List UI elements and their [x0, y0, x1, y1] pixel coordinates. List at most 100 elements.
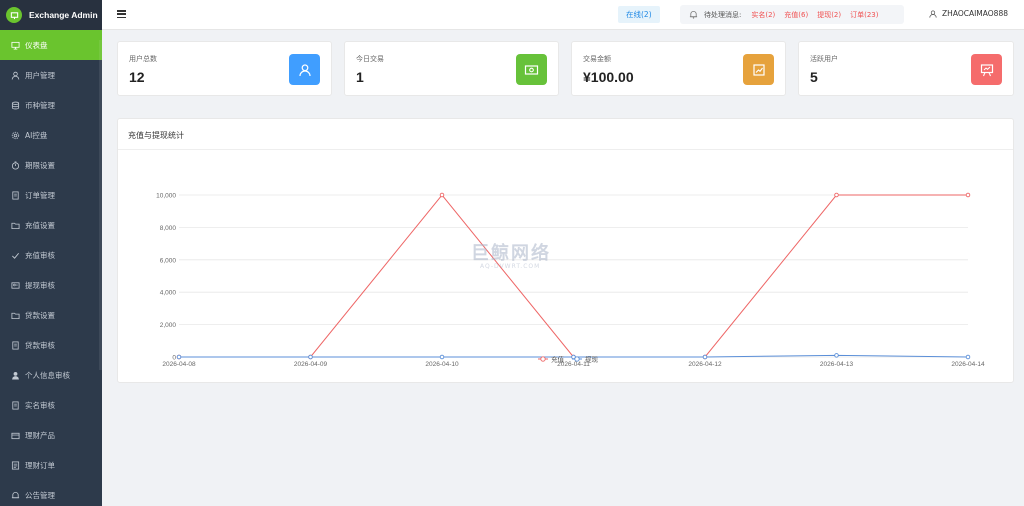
- pending-messages: 待处理消息: 实名(2) 充值(6) 提现(2) 订单(23): [680, 5, 904, 24]
- sidebar: Exchange Admin 仪表盘用户管理币种管理 AI控盘期限设置订单管理充值…: [0, 0, 102, 506]
- series-line-0: [179, 194, 968, 358]
- sidebar-item-label: 充值审核: [25, 250, 55, 260]
- data-point: [702, 354, 708, 360]
- money-icon: [516, 54, 547, 85]
- pending-realname-link[interactable]: 实名(2): [751, 10, 775, 20]
- card-icon: [11, 281, 20, 290]
- data-point: [439, 192, 445, 198]
- sidebar-item-label: 用户管理: [25, 70, 55, 80]
- trend-icon: [743, 54, 774, 85]
- person-filled-icon: [11, 371, 20, 380]
- sidebar-scrollbar[interactable]: [99, 40, 102, 370]
- sidebar-item-label: 贷款设置: [25, 310, 55, 320]
- sidebar-item-0[interactable]: 仪表盘: [0, 30, 102, 60]
- sidebar-item-label: 贷款审核: [25, 340, 55, 350]
- logo-icon: [6, 7, 22, 23]
- dashboard-icon: [11, 41, 20, 50]
- sidebar-item-label: 理财订单: [25, 460, 55, 470]
- sidebar-item-10[interactable]: 贷款审核: [0, 330, 102, 360]
- sidebar-item-label: 理财产品: [25, 430, 55, 440]
- legend-label: 提现: [585, 355, 599, 364]
- folder-icon: [11, 221, 20, 230]
- user-menu[interactable]: ZHAOCAIMAO888: [929, 9, 1008, 18]
- sidebar-item-3[interactable]: AI控盘: [0, 120, 102, 150]
- sidebar-item-label: 提现审核: [25, 280, 55, 290]
- data-point: [439, 354, 445, 360]
- stat-card-trade-amount: 交易金额 ¥100.00: [571, 41, 786, 96]
- stat-value: 12: [129, 69, 145, 85]
- sidebar-item-1[interactable]: 用户管理: [0, 60, 102, 90]
- document-icon: [11, 400, 20, 410]
- x-tick-label: 2026-04-12: [688, 361, 722, 368]
- online-badge[interactable]: 在线(2): [618, 6, 660, 23]
- database-icon: [11, 101, 20, 110]
- check-icon: [11, 251, 20, 260]
- pending-withdraw-link[interactable]: 提现(2): [817, 10, 841, 20]
- sidebar-item-label: 实名审核: [25, 400, 55, 410]
- sidebar-item-label: 充值设置: [25, 220, 55, 230]
- sidebar-item-label: 个人信息审核: [25, 370, 70, 380]
- sidebar-item-label: 币种管理: [25, 100, 55, 110]
- gear-icon: [11, 131, 20, 140]
- sidebar-item-2[interactable]: 币种管理: [0, 90, 102, 120]
- sidebar-item-5[interactable]: 订单管理: [0, 180, 102, 210]
- x-tick-label: 2026-04-13: [820, 361, 854, 368]
- x-tick-label: 2026-04-10: [425, 361, 459, 368]
- sidebar-item-label: 公告管理: [25, 490, 55, 500]
- legend-marker: [574, 356, 580, 362]
- sidebar-item-4[interactable]: 期限设置: [0, 150, 102, 180]
- folder-icon: [11, 311, 20, 320]
- menu-toggle-icon[interactable]: [117, 10, 126, 18]
- y-tick-label: 2,000: [160, 322, 177, 329]
- stat-label: 今日交易: [356, 55, 384, 63]
- stat-value: ¥100.00: [583, 69, 634, 85]
- stat-value: 5: [810, 69, 818, 85]
- sidebar-item-6[interactable]: 充值设置: [0, 210, 102, 240]
- data-point: [834, 192, 839, 198]
- x-tick-label: 2026-04-08: [162, 361, 196, 368]
- x-tick-label: 2026-04-14: [951, 361, 985, 368]
- sidebar-item-15[interactable]: 公告管理: [0, 480, 102, 506]
- sidebar-item-label: 订单管理: [25, 190, 55, 200]
- document-icon: [11, 190, 20, 200]
- user-icon: [11, 71, 20, 80]
- sidebar-item-label: AI控盘: [25, 130, 48, 140]
- stat-card-active-users: 活跃用户 5: [798, 41, 1014, 96]
- pending-label: 待处理消息:: [704, 10, 742, 19]
- user-icon: [289, 54, 320, 85]
- line-chart: 02,0004,0006,0008,00010,0002026-04-08 202…: [156, 192, 985, 369]
- data-point: [834, 353, 839, 358]
- timer-icon: [11, 160, 20, 170]
- sidebar-item-14[interactable]: 理财订单: [0, 450, 102, 480]
- pending-orders-link[interactable]: 订单(23): [850, 10, 878, 20]
- pending-deposit-link[interactable]: 充值(6): [784, 10, 808, 20]
- wallet-icon: [11, 431, 20, 440]
- top-header: 在线(2) 待处理消息: 实名(2) 充值(6) 提现(2) 订单(23) ZH…: [102, 0, 1024, 30]
- data-point: [965, 354, 971, 360]
- brand-title: Exchange Admin: [29, 10, 98, 20]
- data-point: [965, 192, 971, 198]
- sidebar-menu: 仪表盘用户管理币种管理 AI控盘期限设置订单管理充值设置充值审核提现审核贷款设置贷…: [0, 30, 102, 506]
- sidebar-item-13[interactable]: 理财产品: [0, 420, 102, 450]
- y-tick-label: 10,000: [156, 193, 176, 200]
- sidebar-item-9[interactable]: 贷款设置: [0, 300, 102, 330]
- sidebar-item-8[interactable]: 提现审核: [0, 270, 102, 300]
- stat-label: 活跃用户: [810, 55, 838, 63]
- document-icon: [11, 340, 20, 350]
- y-tick-label: 6,000: [160, 257, 177, 264]
- bell-icon: [689, 10, 698, 19]
- stat-card-total-users: 用户总数 12: [117, 41, 332, 96]
- list-icon: [11, 460, 20, 470]
- stat-label: 交易金额: [583, 55, 611, 63]
- bell-icon: [11, 491, 20, 500]
- sidebar-item-12[interactable]: 实名审核: [0, 390, 102, 420]
- stat-card-today-trades: 今日交易 1: [344, 41, 559, 96]
- stat-label: 用户总数: [129, 55, 157, 63]
- sidebar-item-7[interactable]: 充值审核: [0, 240, 102, 270]
- deposit-withdraw-chart-panel: 充值与提现统计 0 2,000 4,000 6,000 8,000 10,000 2026-…: [117, 118, 1014, 383]
- y-tick-label: 4,000: [160, 290, 177, 297]
- y-tick-label: 8,000: [160, 225, 177, 232]
- brand[interactable]: Exchange Admin: [0, 0, 102, 30]
- data-point: [308, 354, 313, 360]
- sidebar-item-11[interactable]: 个人信息审核: [0, 360, 102, 390]
